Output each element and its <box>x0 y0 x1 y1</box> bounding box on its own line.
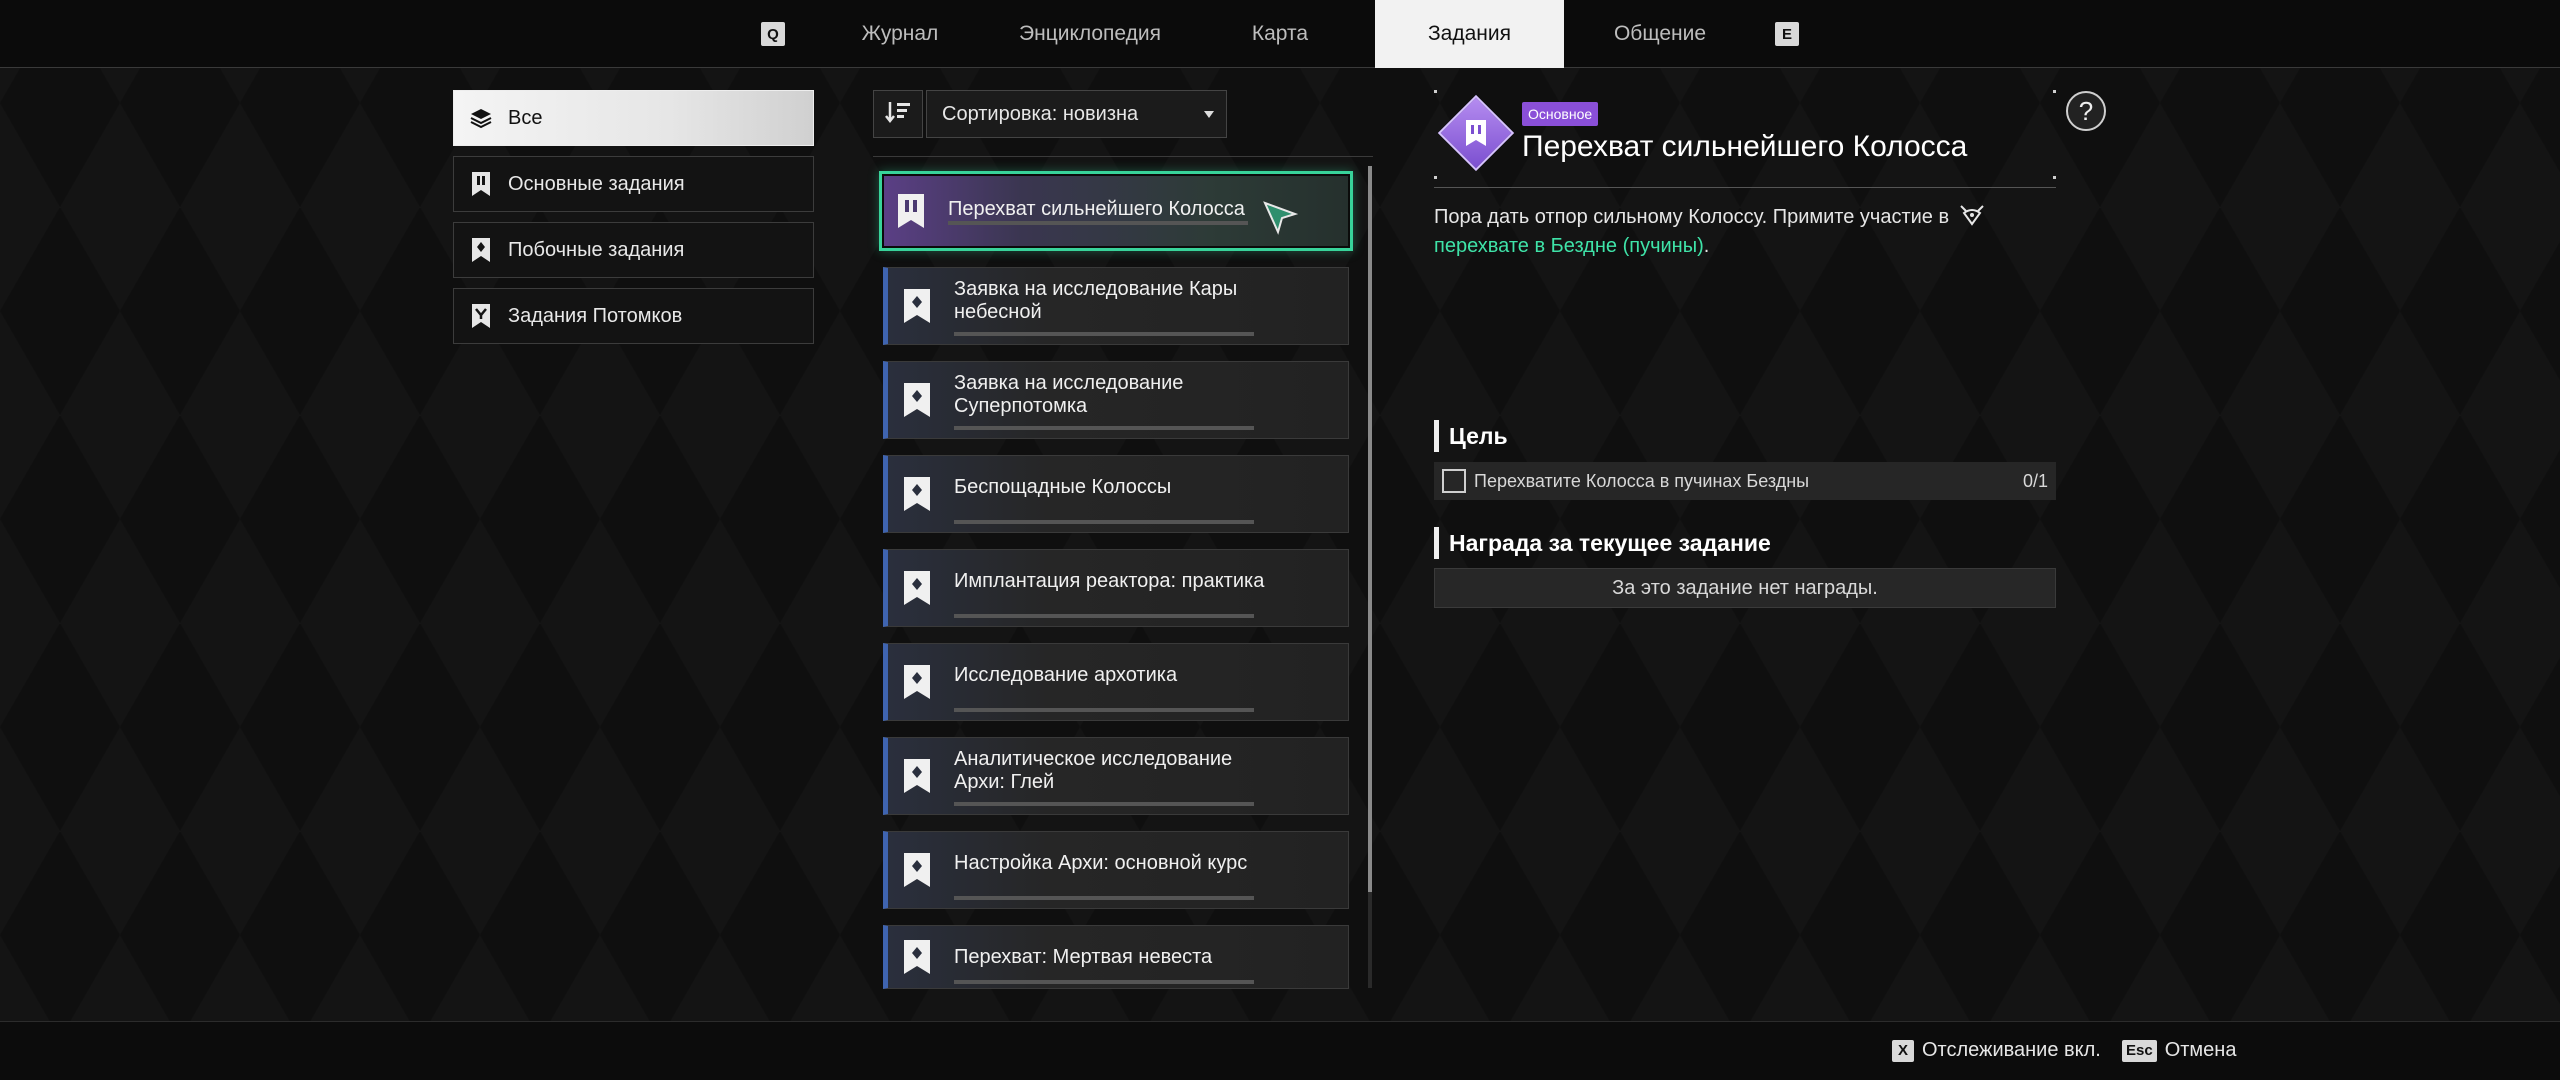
quest-progress-bar <box>948 221 1248 225</box>
hint-label: Отмена <box>2164 1039 2237 1061</box>
quest-title: Аналитическое исследование Архи: Глей <box>954 748 1233 793</box>
quest-list-scrollbar-thumb[interactable] <box>1368 166 1372 892</box>
key-hint: Esc <box>2122 1039 2157 1062</box>
layers-icon <box>470 105 492 131</box>
quest-item-8[interactable]: Перехват: Мертвая невеста <box>883 925 1349 989</box>
quest-item-3[interactable]: Беспощадные Колоссы <box>883 455 1349 533</box>
quest-progress-bar <box>954 708 1254 712</box>
goal-count: 0/1 <box>2022 470 2048 491</box>
frame-corner <box>2053 90 2056 93</box>
category-all[interactable]: Все <box>453 90 814 146</box>
side-quest-bookmark-icon <box>902 286 932 326</box>
sort-descending-icon <box>884 100 912 129</box>
side-quest-bookmark-icon <box>902 380 932 420</box>
tab-encyclopedia[interactable]: Энциклопедия <box>1000 0 1180 68</box>
tab-quests[interactable]: Задания <box>1375 0 1564 68</box>
top-navigation: Q Журнал Энциклопедия Карта Задания Обще… <box>0 0 2560 68</box>
quest-item-6[interactable]: Аналитическое исследование Архи: Глей <box>883 737 1349 815</box>
quest-progress-bar <box>954 980 1254 984</box>
quest-title: Заявка на исследование Кары небесной <box>954 278 1238 323</box>
description-end: . <box>1703 235 1710 257</box>
quest-progress-bar <box>954 426 1254 430</box>
reward-section-header: Награда за текущее задание <box>1434 527 1771 559</box>
tab-journal[interactable]: Журнал <box>838 0 962 68</box>
quest-progress-bar <box>954 332 1254 336</box>
quest-title: Перехват сильнейшего Колосса <box>948 198 1245 220</box>
quest-title: Перехват: Мертвая невеста <box>954 946 1213 968</box>
main-quest-bookmark-icon <box>896 191 926 231</box>
sort-dropdown[interactable]: Сортировка: новизна <box>926 90 1227 138</box>
quest-progress-bar <box>954 802 1254 806</box>
toggle-tracking-button[interactable]: X Отслеживание вкл. <box>1892 1039 2101 1062</box>
category-label: Основные задания <box>508 172 685 195</box>
tab-social[interactable]: Общение <box>1600 0 1720 68</box>
frame-corner <box>1434 176 1437 179</box>
main-quest-bookmark-icon <box>470 171 492 197</box>
quest-item-1[interactable]: Заявка на исследование Кары небесной <box>883 267 1349 345</box>
pointer-cursor-icon <box>1263 201 1298 235</box>
quest-progress-bar <box>954 896 1254 900</box>
key-hint: X <box>1892 1039 1914 1062</box>
goal-row: Перехватите Колосса в пучинах Бездны 0/1 <box>1434 462 2056 500</box>
reward-text: За это задание нет награды. <box>1612 576 1878 599</box>
goal-section-header: Цель <box>1434 420 1508 452</box>
sort-order-button[interactable] <box>873 90 923 138</box>
category-label: Задания Потомков <box>508 304 683 327</box>
tab-map[interactable]: Карта <box>1220 0 1340 68</box>
chevron-down-icon <box>1204 111 1214 118</box>
quest-progress-bar <box>954 520 1254 524</box>
category-label: Побочные задания <box>508 238 685 261</box>
detail-quest-title: Перехват сильнейшего Колосса <box>1522 130 1968 163</box>
category-descendant-quests[interactable]: Задания Потомков <box>453 288 814 344</box>
reward-row: За это задание нет награды. <box>1434 568 2056 608</box>
detail-title-underline <box>1434 187 2056 188</box>
goal-checkbox[interactable] <box>1442 469 1466 493</box>
side-quest-bookmark-icon <box>902 937 932 977</box>
prev-tab-key-hint[interactable]: Q <box>761 22 785 46</box>
quest-item-4[interactable]: Имплантация реактора: практика <box>883 549 1349 627</box>
quest-item-7[interactable]: Настройка Архи: основной курс <box>883 831 1349 909</box>
side-quest-bookmark-icon <box>902 756 932 796</box>
side-quest-bookmark-icon <box>902 850 932 890</box>
frame-corner <box>2053 176 2056 179</box>
goal-text: Перехватите Колосса в пучинах Бездны <box>1474 470 1810 491</box>
description-text: Пора дать отпор сильному Колоссу. Примит… <box>1434 206 1950 228</box>
frame-corner <box>1434 90 1437 93</box>
descendant-quest-bookmark-icon <box>470 303 492 329</box>
main-quest-bookmark-icon <box>1461 118 1491 148</box>
cancel-button[interactable]: Esc Отмена <box>2122 1039 2236 1062</box>
category-main-quests[interactable]: Основные задания <box>453 156 814 212</box>
question-icon: ? <box>2078 95 2094 126</box>
quest-title: Заявка на исследование Суперпотомка <box>954 372 1184 417</box>
category-side-quests[interactable]: Побочные задания <box>453 222 814 278</box>
hint-label: Отслеживание вкл. <box>1922 1039 2101 1061</box>
void-intercept-icon <box>1959 204 1985 233</box>
side-quest-bookmark-icon <box>470 237 492 263</box>
sort-dropdown-label: Сортировка: новизна <box>942 102 1139 125</box>
description-link[interactable]: перехвате в Бездне (пучины) <box>1434 235 1704 257</box>
quest-progress-bar <box>954 614 1254 618</box>
quest-description: Пора дать отпор сильному Колоссу. Примит… <box>1434 204 2034 259</box>
side-quest-bookmark-icon <box>902 474 932 514</box>
quest-title: Имплантация реактора: практика <box>954 570 1265 592</box>
quest-title: Беспощадные Колоссы <box>954 476 1172 498</box>
help-button[interactable]: ? <box>2066 91 2106 131</box>
quest-item-2[interactable]: Заявка на исследование Суперпотомка <box>883 361 1349 439</box>
side-quest-bookmark-icon <box>902 662 932 702</box>
list-divider <box>873 156 1373 157</box>
quest-title: Настройка Архи: основной курс <box>954 852 1248 874</box>
side-quest-bookmark-icon <box>902 568 932 608</box>
next-tab-key-hint[interactable]: E <box>1775 22 1799 46</box>
category-label: Все <box>508 106 543 129</box>
quest-item-5[interactable]: Исследование архотика <box>883 643 1349 721</box>
quest-type-badge: Основное <box>1522 102 1599 126</box>
quest-title: Исследование архотика <box>954 664 1178 686</box>
